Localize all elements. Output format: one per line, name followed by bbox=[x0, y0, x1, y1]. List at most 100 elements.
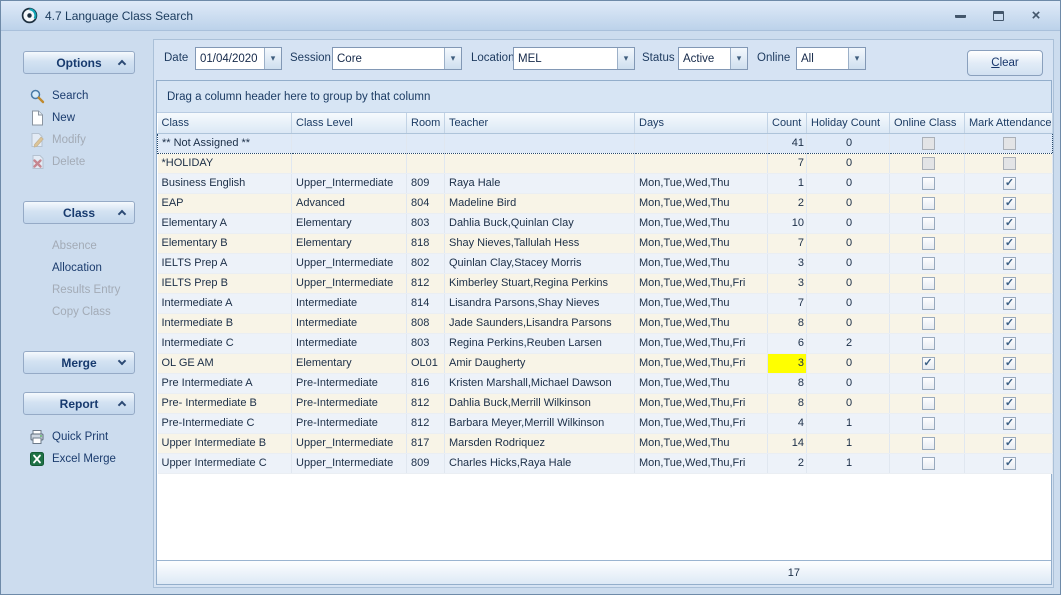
online-class-checkbox-unchecked[interactable] bbox=[922, 257, 935, 270]
mark-attendance-checkbox-checked[interactable] bbox=[1003, 177, 1016, 190]
days-cell[interactable]: Mon,Tue,Wed,Thu bbox=[635, 433, 768, 453]
teacher-cell[interactable]: Dahlia Buck,Merrill Wilkinson bbox=[445, 393, 635, 413]
holiday-count-cell[interactable]: 0 bbox=[807, 213, 890, 233]
grid-row-intermediate-c[interactable]: Intermediate CIntermediate803Regina Perk… bbox=[158, 333, 1053, 353]
mark-attendance-checkbox-checked[interactable] bbox=[1003, 457, 1016, 470]
class-cell[interactable]: *HOLIDAY bbox=[158, 153, 292, 173]
room-cell[interactable] bbox=[407, 133, 445, 153]
mark-attendance-checkbox-checked[interactable] bbox=[1003, 357, 1016, 370]
mark-attendance-checkbox-checked[interactable] bbox=[1003, 277, 1016, 290]
online-class-checkbox-unchecked[interactable] bbox=[922, 217, 935, 230]
column-header-room[interactable]: Room bbox=[407, 113, 445, 133]
teacher-cell[interactable]: Marsden Rodriquez bbox=[445, 433, 635, 453]
dropdown-arrow-icon[interactable] bbox=[730, 48, 747, 69]
room-cell[interactable]: 812 bbox=[407, 413, 445, 433]
days-cell[interactable]: Mon,Tue,Wed,Thu bbox=[635, 213, 768, 233]
holiday-count-cell[interactable]: 0 bbox=[807, 393, 890, 413]
class-level-cell[interactable]: Elementary bbox=[292, 353, 407, 373]
count-cell[interactable]: 41 bbox=[768, 133, 807, 153]
count-cell-highlighted[interactable]: 3 bbox=[768, 353, 807, 373]
grid-row-not-assigned[interactable]: ** Not Assigned **410 bbox=[158, 133, 1053, 153]
holiday-count-cell[interactable]: 0 bbox=[807, 233, 890, 253]
class-level-cell[interactable]: Upper_Intermediate bbox=[292, 453, 407, 473]
count-cell[interactable]: 2 bbox=[768, 193, 807, 213]
mark-attendance-checkbox-checked[interactable] bbox=[1003, 197, 1016, 210]
count-cell[interactable]: 7 bbox=[768, 293, 807, 313]
days-cell[interactable] bbox=[635, 153, 768, 173]
room-cell[interactable]: OL01 bbox=[407, 353, 445, 373]
grid-row-elementary-a[interactable]: Elementary AElementary803Dahlia Buck,Qui… bbox=[158, 213, 1053, 233]
class-level-cell[interactable]: Intermediate bbox=[292, 293, 407, 313]
room-cell[interactable]: 803 bbox=[407, 213, 445, 233]
dropdown-arrow-icon[interactable] bbox=[848, 48, 865, 69]
holiday-count-cell[interactable]: 0 bbox=[807, 133, 890, 153]
grid-row-elementary-b[interactable]: Elementary BElementary818Shay Nieves,Tal… bbox=[158, 233, 1053, 253]
class-cell[interactable]: IELTS Prep B bbox=[158, 273, 292, 293]
column-header-count[interactable]: Count bbox=[768, 113, 807, 133]
days-cell[interactable]: Mon,Tue,Wed,Thu,Fri bbox=[635, 273, 768, 293]
mark-attendance-checkbox-checked[interactable] bbox=[1003, 217, 1016, 230]
holiday-count-cell[interactable]: 0 bbox=[807, 193, 890, 213]
teacher-cell[interactable]: Lisandra Parsons,Shay Nieves bbox=[445, 293, 635, 313]
mark-attendance-checkbox-checked[interactable] bbox=[1003, 337, 1016, 350]
count-cell[interactable]: 7 bbox=[768, 233, 807, 253]
dropdown-arrow-icon[interactable] bbox=[264, 48, 281, 69]
days-cell[interactable]: Mon,Tue,Wed,Thu bbox=[635, 233, 768, 253]
teacher-cell[interactable]: Jade Saunders,Lisandra Parsons bbox=[445, 313, 635, 333]
holiday-count-cell[interactable]: 0 bbox=[807, 153, 890, 173]
online-class-checkbox-unchecked[interactable] bbox=[922, 337, 935, 350]
room-cell[interactable]: 814 bbox=[407, 293, 445, 313]
sidebar-group-report[interactable]: Report bbox=[23, 392, 135, 415]
minimize-button[interactable] bbox=[950, 7, 970, 25]
class-level-cell[interactable]: Upper_Intermediate bbox=[292, 253, 407, 273]
grid-row-holiday[interactable]: *HOLIDAY70 bbox=[158, 153, 1053, 173]
grid-row-ielts-prep-b[interactable]: IELTS Prep BUpper_Intermediate812Kimberl… bbox=[158, 273, 1053, 293]
days-cell[interactable]: Mon,Tue,Wed,Thu,Fri bbox=[635, 353, 768, 373]
class-cell[interactable]: Intermediate C bbox=[158, 333, 292, 353]
mark-attendance-checkbox-checked[interactable] bbox=[1003, 397, 1016, 410]
teacher-cell[interactable]: Kimberley Stuart,Regina Perkins bbox=[445, 273, 635, 293]
count-cell[interactable]: 3 bbox=[768, 273, 807, 293]
sidebar-item-allocation[interactable]: Allocation bbox=[23, 257, 135, 279]
sidebar-item-excel-merge[interactable]: Excel Merge bbox=[23, 448, 135, 470]
mark-attendance-checkbox-checked[interactable] bbox=[1003, 417, 1016, 430]
room-cell[interactable]: 812 bbox=[407, 273, 445, 293]
class-cell[interactable]: Elementary B bbox=[158, 233, 292, 253]
online-dropdown[interactable]: All bbox=[796, 47, 866, 70]
online-class-checkbox-unchecked[interactable] bbox=[922, 437, 935, 450]
status-dropdown[interactable]: Active bbox=[678, 47, 748, 70]
class-level-cell[interactable]: Pre-Intermediate bbox=[292, 373, 407, 393]
days-cell[interactable]: Mon,Tue,Wed,Thu,Fri bbox=[635, 453, 768, 473]
sidebar-group-merge[interactable]: Merge bbox=[23, 351, 135, 374]
grid-row-pre-intermediate-c[interactable]: Pre-Intermediate CPre-Intermediate812Bar… bbox=[158, 413, 1053, 433]
class-cell[interactable]: Pre Intermediate A bbox=[158, 373, 292, 393]
count-cell[interactable]: 14 bbox=[768, 433, 807, 453]
sidebar-item-new[interactable]: New bbox=[23, 107, 135, 129]
holiday-count-cell[interactable]: 2 bbox=[807, 333, 890, 353]
days-cell[interactable]: Mon,Tue,Wed,Thu bbox=[635, 253, 768, 273]
room-cell[interactable]: 818 bbox=[407, 233, 445, 253]
online-class-checkbox-unchecked[interactable] bbox=[922, 397, 935, 410]
teacher-cell[interactable]: Quinlan Clay,Stacey Morris bbox=[445, 253, 635, 273]
days-cell[interactable]: Mon,Tue,Wed,Thu bbox=[635, 193, 768, 213]
class-level-cell[interactable] bbox=[292, 153, 407, 173]
column-header-days[interactable]: Days bbox=[635, 113, 768, 133]
grid-row-upper-intermediate-c[interactable]: Upper Intermediate CUpper_Intermediate80… bbox=[158, 453, 1053, 473]
holiday-count-cell[interactable]: 0 bbox=[807, 313, 890, 333]
days-cell[interactable]: Mon,Tue,Wed,Thu bbox=[635, 313, 768, 333]
mark-attendance-checkbox-checked[interactable] bbox=[1003, 377, 1016, 390]
dropdown-arrow-icon[interactable] bbox=[617, 48, 634, 69]
online-class-checkbox-unchecked[interactable] bbox=[922, 237, 935, 250]
mark-attendance-checkbox-checked[interactable] bbox=[1003, 297, 1016, 310]
teacher-cell[interactable]: Regina Perkins,Reuben Larsen bbox=[445, 333, 635, 353]
class-level-cell[interactable]: Upper_Intermediate bbox=[292, 433, 407, 453]
class-cell[interactable]: OL GE AM bbox=[158, 353, 292, 373]
days-cell[interactable]: Mon,Tue,Wed,Thu,Fri bbox=[635, 333, 768, 353]
online-class-checkbox-checked[interactable] bbox=[922, 357, 935, 370]
online-class-checkbox-unchecked[interactable] bbox=[922, 297, 935, 310]
class-cell[interactable]: IELTS Prep A bbox=[158, 253, 292, 273]
class-level-cell[interactable]: Pre-Intermediate bbox=[292, 393, 407, 413]
holiday-count-cell[interactable]: 0 bbox=[807, 373, 890, 393]
group-by-panel[interactable]: Drag a column header here to group by th… bbox=[157, 81, 1051, 113]
teacher-cell[interactable]: Amir Daugherty bbox=[445, 353, 635, 373]
